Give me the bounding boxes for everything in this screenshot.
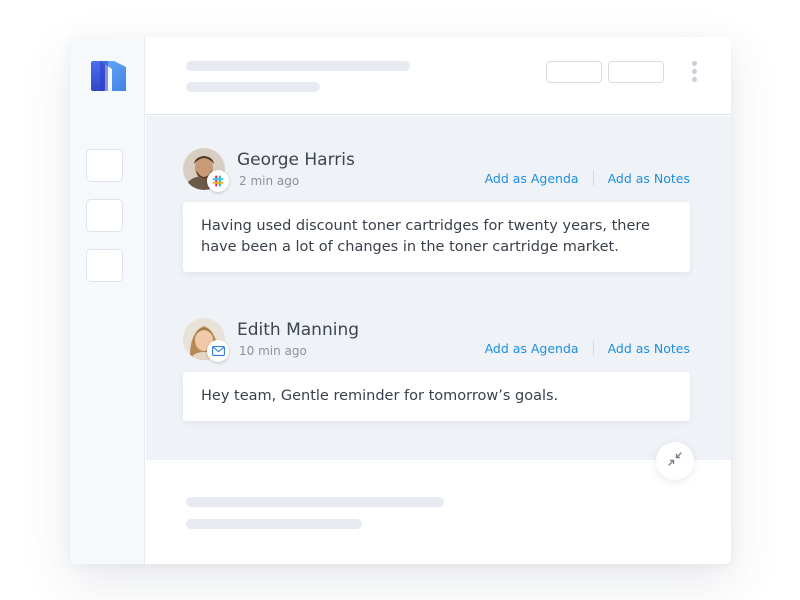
- sidebar-item-2[interactable]: [86, 199, 123, 232]
- timestamp: 10 min ago: [239, 344, 307, 358]
- divider: [592, 340, 594, 356]
- header-title-placeholder: [186, 61, 410, 71]
- mail-icon: [207, 340, 229, 362]
- message-actions: Add as Agenda Add as Notes: [485, 340, 690, 356]
- header-button-2[interactable]: [608, 61, 664, 83]
- divider: [592, 170, 594, 186]
- add-as-agenda-link[interactable]: Add as Agenda: [485, 341, 579, 356]
- sidebar-item-1[interactable]: [86, 149, 123, 182]
- collapse-arrows-icon: [667, 451, 683, 471]
- main-panel: George Harris 2 min ago Add as Agenda Ad…: [146, 37, 731, 564]
- author-name: Edith Manning: [237, 320, 360, 340]
- app-window: George Harris 2 min ago Add as Agenda Ad…: [70, 37, 731, 564]
- sidebar: [70, 37, 145, 564]
- header-subtitle-placeholder: [186, 82, 320, 92]
- add-as-notes-link[interactable]: Add as Notes: [608, 341, 690, 356]
- message-actions: Add as Agenda Add as Notes: [485, 170, 690, 186]
- author-name: George Harris: [237, 150, 355, 170]
- timestamp: 2 min ago: [239, 174, 300, 188]
- add-as-agenda-link[interactable]: Add as Agenda: [485, 171, 579, 186]
- footer-placeholder-1: [186, 497, 444, 507]
- sidebar-item-3[interactable]: [86, 249, 123, 282]
- message-body: Having used discount toner cartridges fo…: [183, 202, 690, 272]
- collapse-button[interactable]: [656, 442, 694, 480]
- message-body: Hey team, Gentle reminder for tomorrow’s…: [183, 372, 690, 421]
- add-as-notes-link[interactable]: Add as Notes: [608, 171, 690, 186]
- header-button-1[interactable]: [546, 61, 602, 83]
- header: [146, 37, 731, 115]
- kebab-menu-icon[interactable]: [691, 61, 699, 83]
- slack-icon: [207, 170, 229, 192]
- m-logo-icon[interactable]: [90, 59, 128, 91]
- message-feed: George Harris 2 min ago Add as Agenda Ad…: [146, 116, 731, 460]
- footer-placeholder-2: [186, 519, 362, 529]
